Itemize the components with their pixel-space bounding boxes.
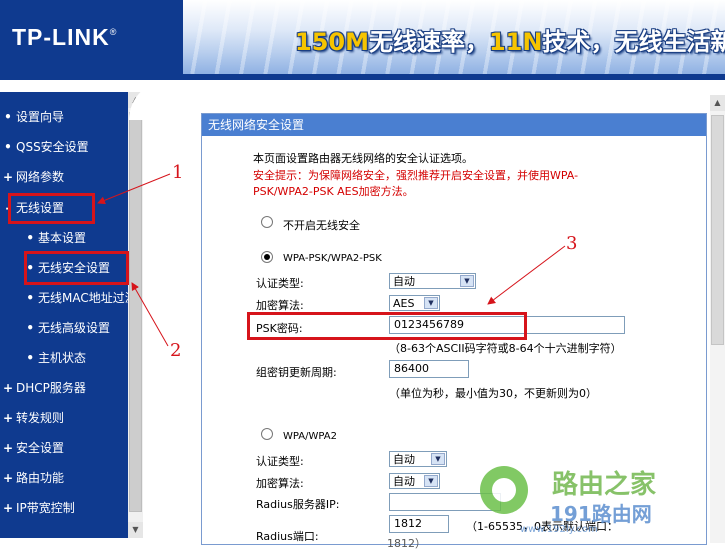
annotation-number-3: 3 xyxy=(566,233,578,254)
encrypt-label: 加密算法: xyxy=(256,299,304,312)
annotation-box-psk xyxy=(247,312,527,340)
panel-title: 无线网络安全设置 xyxy=(202,114,706,136)
wpa-encrypt-select[interactable]: 自动 ▼ xyxy=(389,473,440,489)
intro-text: 本页面设置路由器无线网络的安全认证选项。 xyxy=(253,152,473,165)
scroll-up-icon[interactable]: ▲ xyxy=(710,95,725,111)
wpa-auth-select[interactable]: 自动 ▼ xyxy=(389,451,447,467)
sidebar-item-qss[interactable]: • QSS安全设置 xyxy=(0,136,128,158)
radius-ip-label: Radius服务器IP: xyxy=(256,498,340,511)
wpa-auth-label: 认证类型: xyxy=(256,455,304,468)
banner-slogan: 150M无线速率，11N技术，无线生活新 xyxy=(295,28,725,56)
radio-wpa-psk-label: WPA-PSK/WPA2-PSK xyxy=(283,253,382,264)
sidebar-item-setup-wizard[interactable]: • 设置向导 xyxy=(0,106,128,128)
watermark-name: 路由之家 xyxy=(552,470,657,500)
radius-port-label: Radius端口: xyxy=(256,530,319,543)
radius-port-hint-2: 1812） xyxy=(387,537,426,550)
wpa-encrypt-label: 加密算法: xyxy=(256,477,304,490)
sidebar: • 设置向导 • QSS安全设置 + 网络参数 - 无线设置 • 基本设置 • 无线安全设置… xyxy=(0,92,143,538)
tp-link-logo: TP-LINK® xyxy=(12,24,118,50)
scroll-down-icon[interactable]: ▼ xyxy=(128,522,143,538)
watermark-url: 191路由网 xyxy=(550,502,652,526)
security-warning-line2: PSK/WPA2-PSK AES加密方法。 xyxy=(253,185,414,198)
auth-type-label: 认证类型: xyxy=(256,277,304,290)
sidebar-item-wireless-advanced[interactable]: • 无线高级设置 xyxy=(0,317,128,339)
chevron-down-icon: ▼ xyxy=(460,275,474,287)
watermark-url-small: www.192ly.com xyxy=(520,524,598,535)
annotation-box-wireless-settings xyxy=(8,193,95,224)
annotation-box-wireless-security xyxy=(24,251,129,285)
radio-wpa-label: WPA/WPA2 xyxy=(283,431,337,442)
sidebar-scroll-thumb[interactable] xyxy=(129,112,142,512)
chevron-down-icon: ▼ xyxy=(431,453,445,465)
sidebar-item-host-status[interactable]: • 主机状态 xyxy=(0,347,128,369)
rekey-label: 组密钥更新周期: xyxy=(256,366,337,379)
sidebar-item-security[interactable]: + 安全设置 xyxy=(0,437,128,459)
sidebar-item-forwarding[interactable]: + 转发规则 xyxy=(0,407,128,429)
rekey-hint: （单位为秒，最小值为30，不更新则为0） xyxy=(389,387,597,400)
radio-no-security[interactable] xyxy=(261,216,273,228)
chevron-down-icon: ▼ xyxy=(424,475,438,487)
rekey-period-input[interactable]: 86400 xyxy=(389,360,469,378)
annotation-number-1: 1 xyxy=(172,162,184,183)
main-scroll-thumb[interactable] xyxy=(711,115,724,345)
sidebar-item-routing[interactable]: + 路由功能 xyxy=(0,467,128,489)
security-warning-line1: 安全提示：为保障网络安全，强烈推荐开启安全设置，并使用WPA- xyxy=(253,169,579,182)
sidebar-item-mac-filter[interactable]: • 无线MAC地址过滤 xyxy=(0,287,128,309)
radio-no-security-label: 不开启无线安全 xyxy=(283,219,360,232)
chevron-down-icon: ▼ xyxy=(424,297,438,309)
sidebar-scrollbar[interactable]: ▲ ▼ xyxy=(128,92,143,538)
radius-port-input[interactable]: 1812 xyxy=(389,515,449,533)
sidebar-item-network[interactable]: + 网络参数 xyxy=(0,166,128,188)
watermark-logo-icon xyxy=(480,466,528,514)
psk-hint: （8-63个ASCII码字符或8-64个十六进制字符） xyxy=(389,342,622,355)
watermark: 路由之家 191路由网 www.192ly.com xyxy=(480,458,725,543)
sidebar-item-bandwidth[interactable]: + IP带宽控制 xyxy=(0,497,128,519)
encrypt-select[interactable]: AES ▼ xyxy=(389,295,440,311)
radio-wpa-psk[interactable] xyxy=(261,251,273,263)
banner: 150M无线速率，11N技术，无线生活新 xyxy=(183,0,725,74)
sidebar-item-basic-settings[interactable]: • 基本设置 xyxy=(0,227,128,249)
radio-wpa[interactable] xyxy=(261,428,273,440)
annotation-number-2: 2 xyxy=(170,340,182,361)
sidebar-item-dhcp[interactable]: + DHCP服务器 xyxy=(0,377,128,399)
header: TP-LINK® 150M无线速率，11N技术，无线生活新 xyxy=(0,0,725,80)
auth-type-select[interactable]: 自动 ▼ xyxy=(389,273,476,289)
